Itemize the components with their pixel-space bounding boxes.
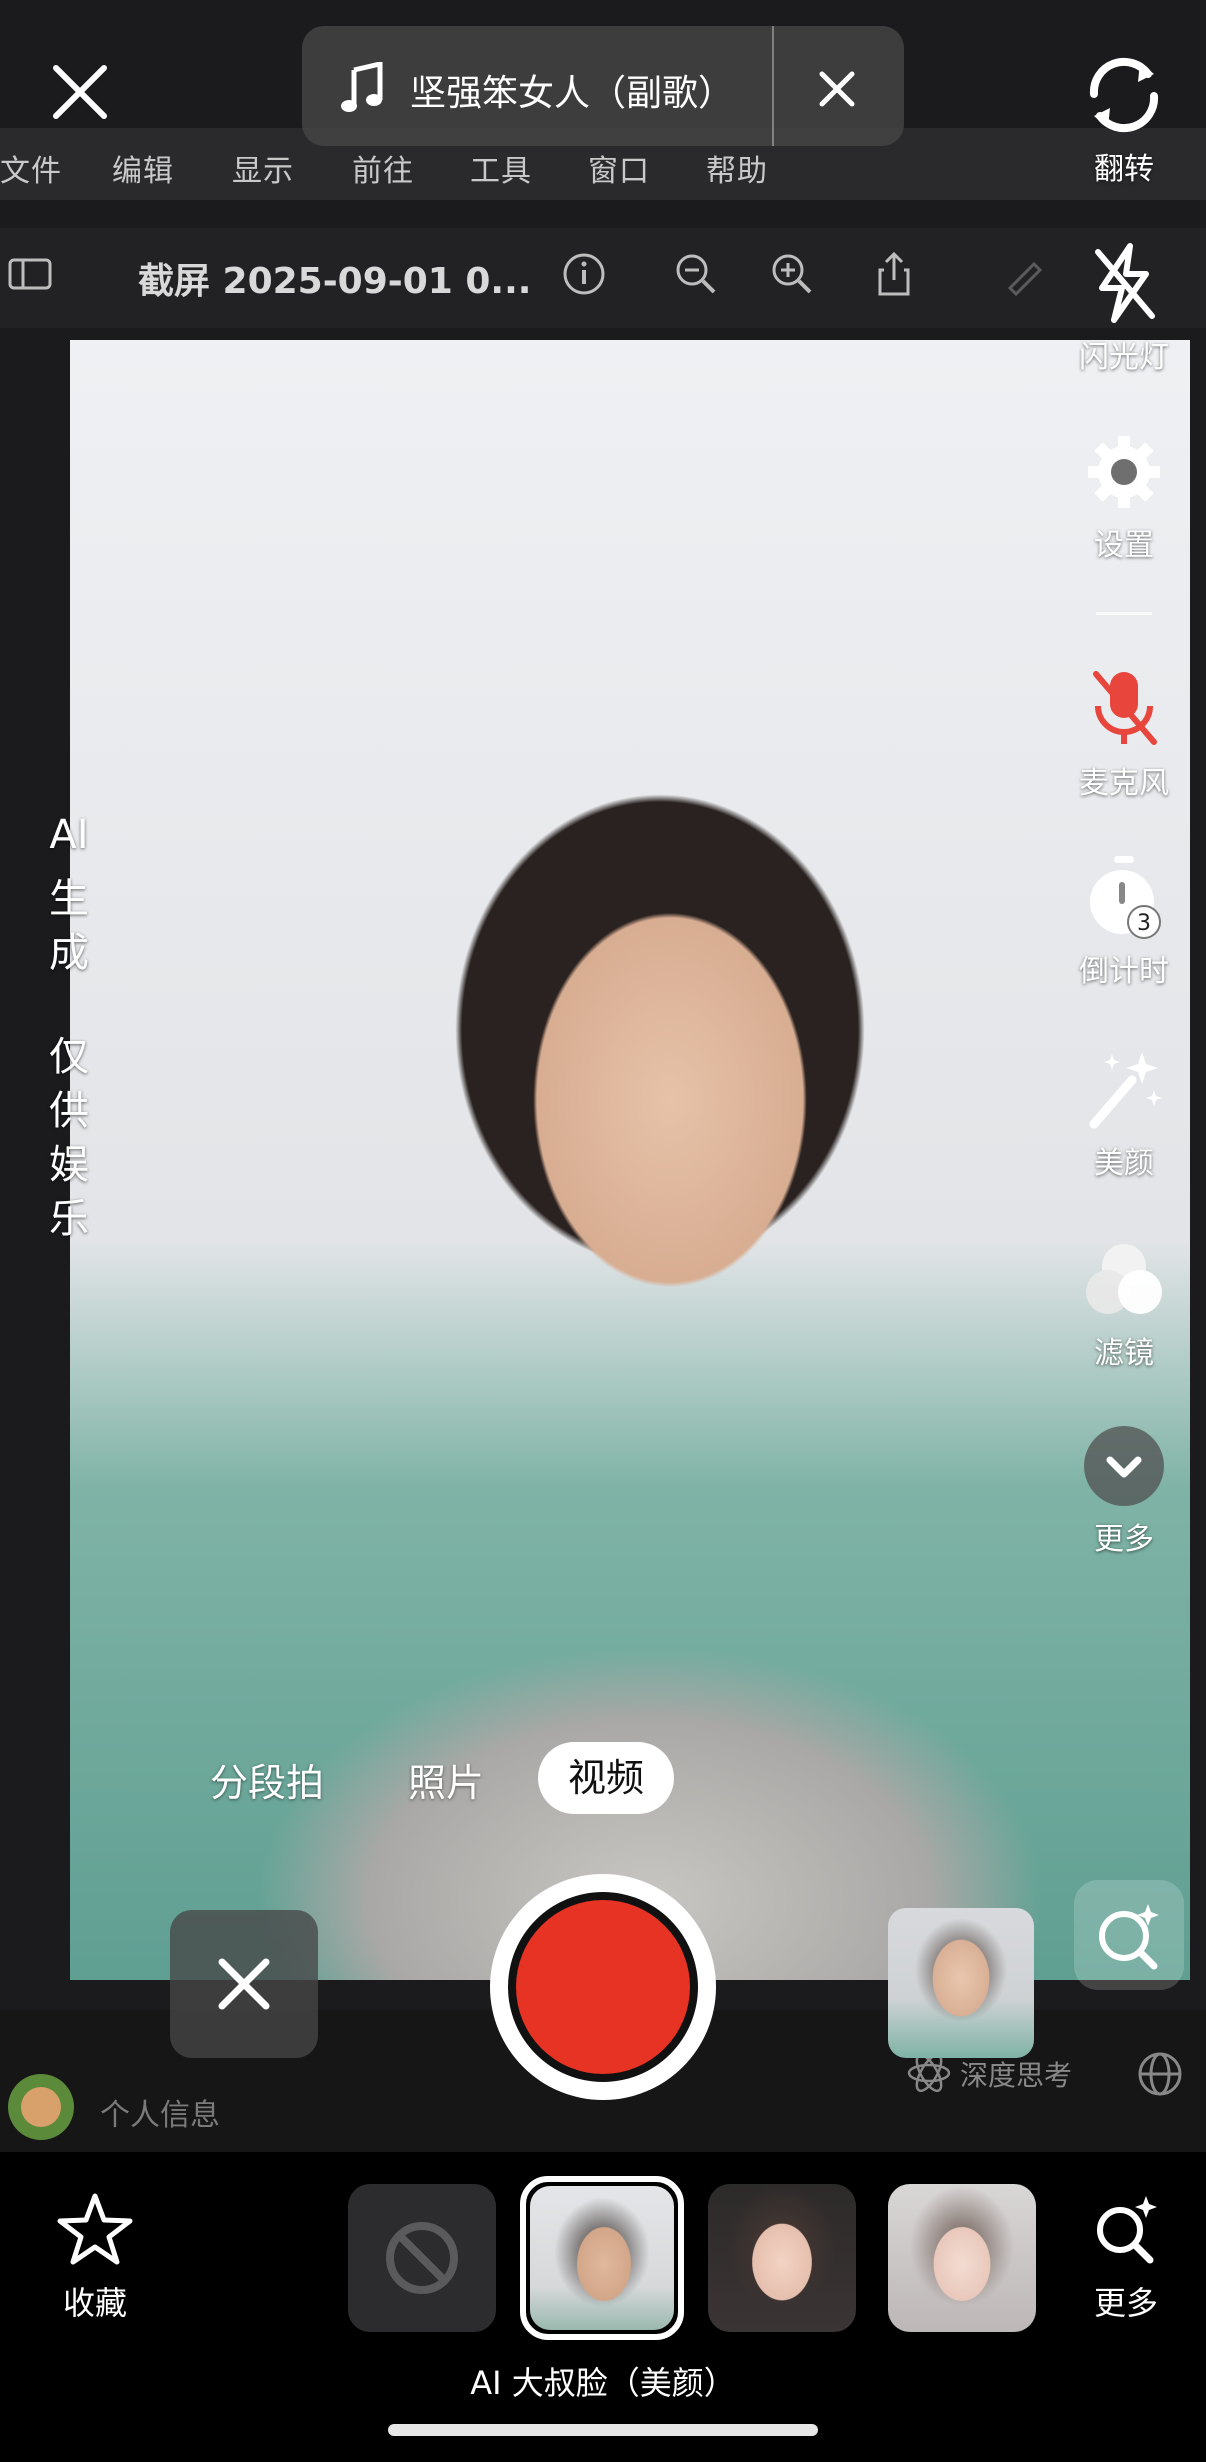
timer-icon: 3	[1090, 856, 1161, 939]
no-effect-icon	[386, 2222, 458, 2294]
profile-label: 个人信息	[100, 2098, 220, 2133]
timer-badge: 3	[1137, 911, 1151, 936]
music-divider	[772, 26, 774, 146]
search-sparkle-icon	[1099, 1904, 1159, 1970]
mode-tab-segment[interactable]: 分段拍	[210, 1752, 324, 1807]
more-effects-button[interactable]: 更多	[1066, 2190, 1186, 2324]
close-icon[interactable]	[40, 52, 120, 132]
watermark-ai: AI	[49, 812, 89, 858]
beauty-button[interactable]: 美颜	[1054, 1046, 1194, 1182]
effect-ai-uncle-face[interactable]	[530, 2186, 674, 2330]
zoom-in-icon	[772, 254, 812, 294]
magic-wand-icon	[1089, 1052, 1162, 1129]
flip-camera-button[interactable]: 翻转	[1054, 52, 1194, 188]
flip-camera-label: 翻转	[1094, 152, 1154, 187]
watermark-char: 乐	[49, 1196, 89, 1242]
effect-thumbnail[interactable]	[708, 2184, 856, 2332]
settings-button[interactable]: 设置	[1054, 430, 1194, 564]
microphone-button[interactable]: 麦克风	[1054, 666, 1194, 802]
filter-button[interactable]: 滤镜	[1054, 1236, 1194, 1372]
timer-label: 倒计时	[1079, 954, 1169, 989]
effect-search-button[interactable]	[1074, 1880, 1184, 1990]
portrait-photo	[70, 340, 1190, 1980]
watermark-char: 仅	[49, 1034, 89, 1080]
flash-label: 闪光灯	[1079, 340, 1169, 375]
watermark-char: 娱	[49, 1142, 89, 1188]
chevron-down-icon	[1084, 1426, 1164, 1506]
selected-effect-name: AI 大叔脸（美颜）	[470, 2364, 736, 2402]
flash-off-icon	[1095, 243, 1155, 323]
beauty-label: 美颜	[1094, 1146, 1154, 1181]
search-sparkle-icon	[1097, 2196, 1157, 2264]
camera-viewfinder[interactable]: 文件 编辑 显示 前往 工具 窗口 帮助 截屏 2025-09-01 0...	[0, 0, 1206, 2152]
info-icon	[563, 253, 605, 295]
music-note-icon	[341, 62, 383, 112]
globe-icon	[1138, 2052, 1182, 2096]
share-icon	[878, 251, 910, 296]
mac-menu-help: 帮助	[706, 154, 768, 189]
star-icon	[57, 2193, 133, 2265]
more-effects-label: 更多	[1093, 2284, 1158, 2322]
microphone-label: 麦克风	[1079, 766, 1169, 801]
flip-camera-icon	[1089, 57, 1159, 133]
close-icon	[218, 1958, 270, 2010]
favorite-button[interactable]: 收藏	[40, 2190, 150, 2324]
flash-button[interactable]: 闪光灯	[1054, 240, 1194, 376]
sidebar-toggle-icon	[8, 258, 52, 290]
watermark-char: 成	[49, 930, 89, 976]
more-controls-button[interactable]: 更多	[1054, 1424, 1194, 1558]
side-divider	[1096, 612, 1152, 615]
pen-icon	[1007, 261, 1043, 297]
filter-circles-icon	[1086, 1244, 1162, 1314]
mode-tab-photo[interactable]: 照片	[408, 1752, 484, 1807]
mode-tab-video[interactable]: 视频	[538, 1742, 674, 1814]
filter-label: 滤镜	[1094, 1336, 1154, 1371]
mic-muted-icon	[1093, 671, 1157, 745]
gear-icon	[1088, 436, 1160, 508]
home-indicator[interactable]	[388, 2424, 818, 2436]
record-button[interactable]	[516, 1900, 690, 2074]
favorite-label: 收藏	[62, 2284, 127, 2322]
mac-menu-go: 前往	[352, 154, 414, 189]
mac-menu-view: 显示	[232, 154, 294, 189]
watermark-char: 生	[49, 876, 89, 922]
more-controls-label: 更多	[1094, 1522, 1154, 1557]
effect-thumbnail[interactable]	[888, 2184, 1036, 2332]
watermark-char: 供	[49, 1088, 89, 1134]
deep-think-label: 深度思考	[960, 2059, 1073, 2092]
effect-none[interactable]	[348, 2184, 496, 2332]
settings-label: 设置	[1094, 528, 1154, 563]
zoom-out-icon	[676, 254, 716, 294]
file-title: 截屏 2025-09-01 0...	[138, 261, 532, 302]
mac-menu-edit: 编辑	[112, 154, 174, 189]
remove-music-icon[interactable]	[812, 64, 862, 114]
mac-menu-tools: 工具	[470, 154, 532, 189]
music-title[interactable]: 坚强笨女人（副歌）	[410, 64, 734, 116]
timer-button[interactable]: 3 倒计时	[1054, 854, 1194, 990]
discard-effect-button[interactable]	[170, 1910, 318, 2058]
mac-menu-window: 窗口	[588, 154, 650, 189]
mac-menu-file: 文件	[0, 154, 62, 189]
avatar	[8, 2074, 74, 2140]
gallery-thumbnail[interactable]	[888, 1908, 1034, 2058]
